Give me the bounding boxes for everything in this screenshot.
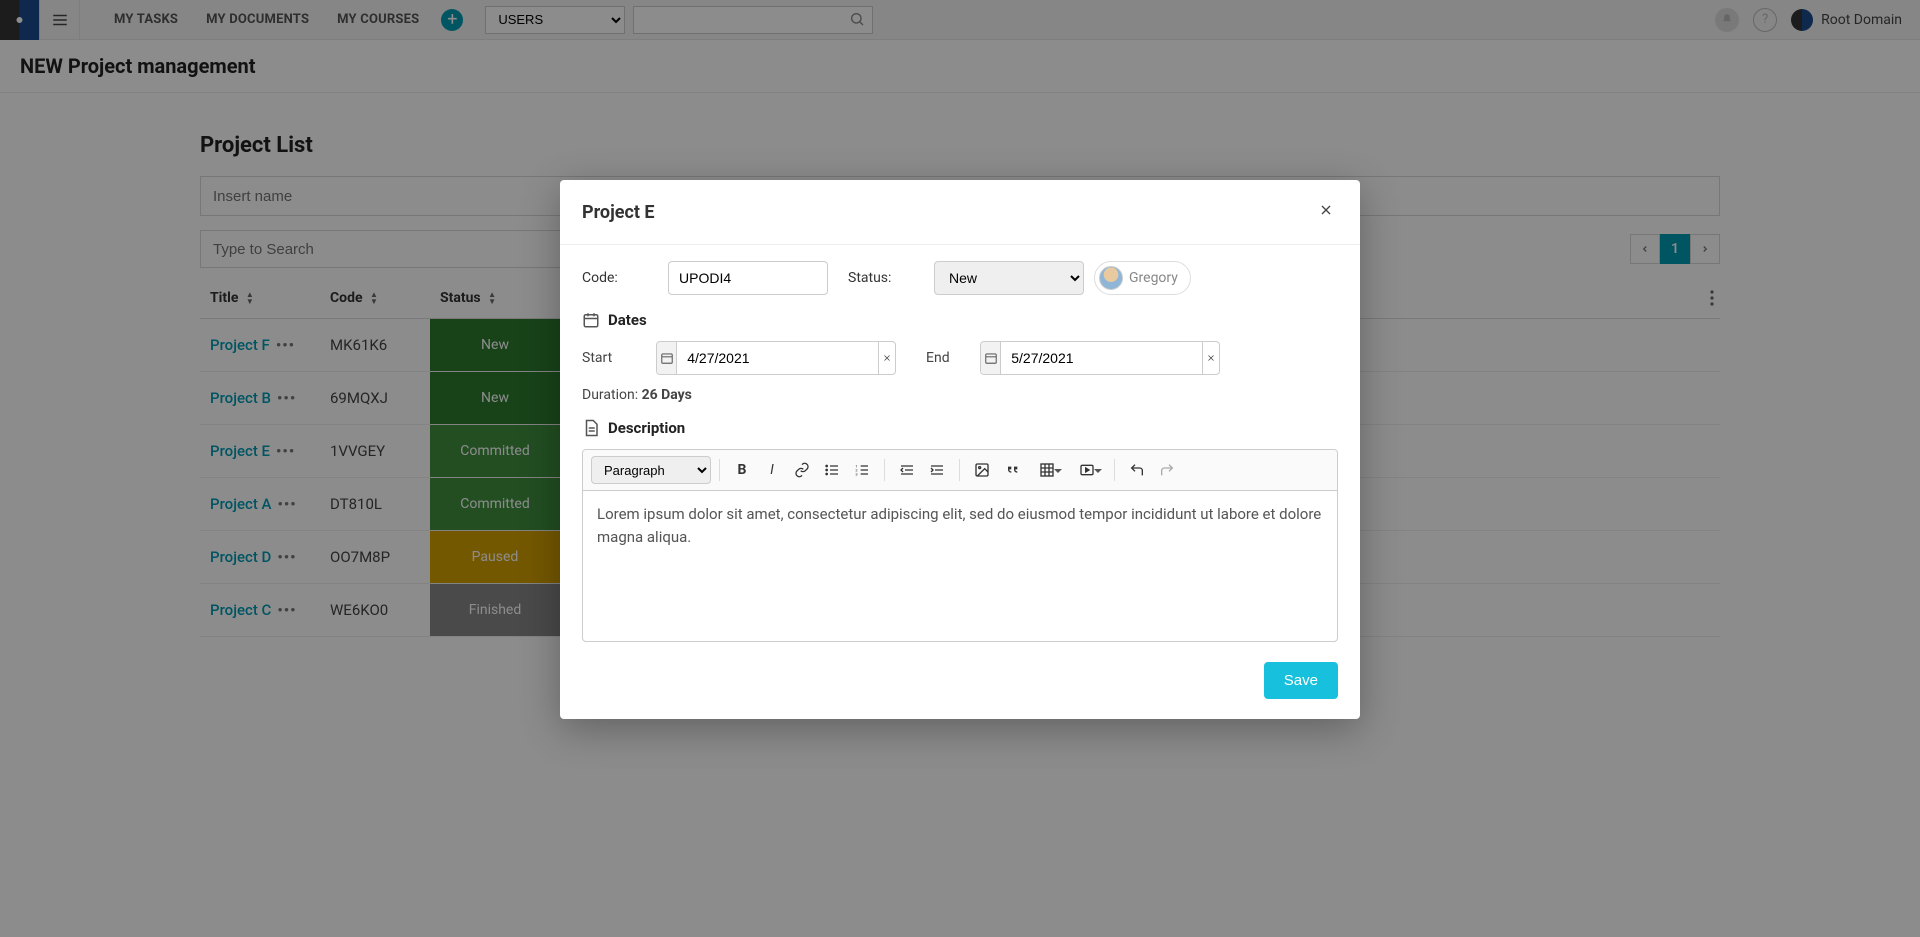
quote-icon (1004, 462, 1020, 478)
indent-icon (929, 462, 945, 478)
bold-icon: B (738, 462, 747, 478)
code-label: Code: (582, 270, 658, 286)
redo-icon (1159, 462, 1175, 478)
image-icon (974, 462, 990, 478)
assignee-chip[interactable]: Gregory (1094, 261, 1191, 295)
media-button[interactable] (1068, 456, 1106, 484)
italic-button[interactable]: I (758, 456, 786, 484)
document-icon (582, 419, 600, 437)
link-icon (794, 462, 810, 478)
date-row: Start End (582, 341, 1338, 375)
duration-value: 26 Days (642, 387, 692, 403)
modal-overlay[interactable]: Project E Code: Status: New Gregory (0, 0, 1920, 937)
redo-button[interactable] (1153, 456, 1181, 484)
bullet-list-icon (824, 462, 840, 478)
start-date-picker-button[interactable] (657, 342, 677, 374)
modal-header: Project E (560, 180, 1360, 245)
table-icon (1039, 462, 1055, 478)
modal-title: Project E (582, 202, 655, 223)
end-date-group (980, 341, 1220, 375)
undo-icon (1129, 462, 1145, 478)
modal-body: Code: Status: New Gregory Dates Start (560, 245, 1360, 648)
svg-text:3: 3 (855, 471, 857, 476)
end-label: End (926, 350, 966, 366)
editor-toolbar: Paragraph B I 123 (583, 450, 1337, 491)
dates-section-header: Dates (582, 311, 1338, 329)
save-button[interactable]: Save (1264, 662, 1338, 699)
link-button[interactable] (788, 456, 816, 484)
close-icon (1318, 202, 1334, 218)
description-editor: Paragraph B I 123 (582, 449, 1338, 642)
table-button[interactable] (1028, 456, 1066, 484)
modal-close-button[interactable] (1314, 198, 1338, 226)
undo-button[interactable] (1123, 456, 1151, 484)
numbered-list-icon: 123 (854, 462, 870, 478)
end-date-input[interactable] (1001, 342, 1202, 374)
avatar (1099, 266, 1123, 290)
end-date-picker-button[interactable] (981, 342, 1001, 374)
bullet-list-button[interactable] (818, 456, 846, 484)
start-date-clear[interactable] (878, 342, 895, 374)
duration-label: Duration: (582, 387, 638, 403)
status-label: Status: (848, 270, 924, 286)
start-date-input[interactable] (677, 342, 878, 374)
calendar-icon (660, 351, 674, 365)
modal-footer: Save (560, 648, 1360, 719)
blockquote-button[interactable] (998, 456, 1026, 484)
start-label: Start (582, 350, 642, 366)
paragraph-select[interactable]: Paragraph (591, 456, 711, 484)
code-input[interactable] (668, 261, 828, 295)
start-date-group (656, 341, 896, 375)
image-button[interactable] (968, 456, 996, 484)
status-select[interactable]: New (934, 261, 1084, 295)
bold-button[interactable]: B (728, 456, 756, 484)
code-status-row: Code: Status: New Gregory (582, 261, 1338, 295)
close-icon (1206, 353, 1216, 363)
end-date-clear[interactable] (1202, 342, 1219, 374)
project-modal: Project E Code: Status: New Gregory (560, 180, 1360, 719)
assignee-name: Gregory (1129, 270, 1178, 286)
description-section-header: Description (582, 419, 1338, 437)
close-icon (882, 353, 892, 363)
numbered-list-button[interactable]: 123 (848, 456, 876, 484)
italic-icon: I (770, 462, 774, 478)
media-icon (1079, 462, 1095, 478)
calendar-icon (984, 351, 998, 365)
indent-button[interactable] (923, 456, 951, 484)
outdent-button[interactable] (893, 456, 921, 484)
outdent-icon (899, 462, 915, 478)
calendar-icon (582, 311, 600, 329)
duration-row: Duration: 26 Days (582, 387, 1338, 403)
editor-content[interactable]: Lorem ipsum dolor sit amet, consectetur … (583, 491, 1337, 641)
